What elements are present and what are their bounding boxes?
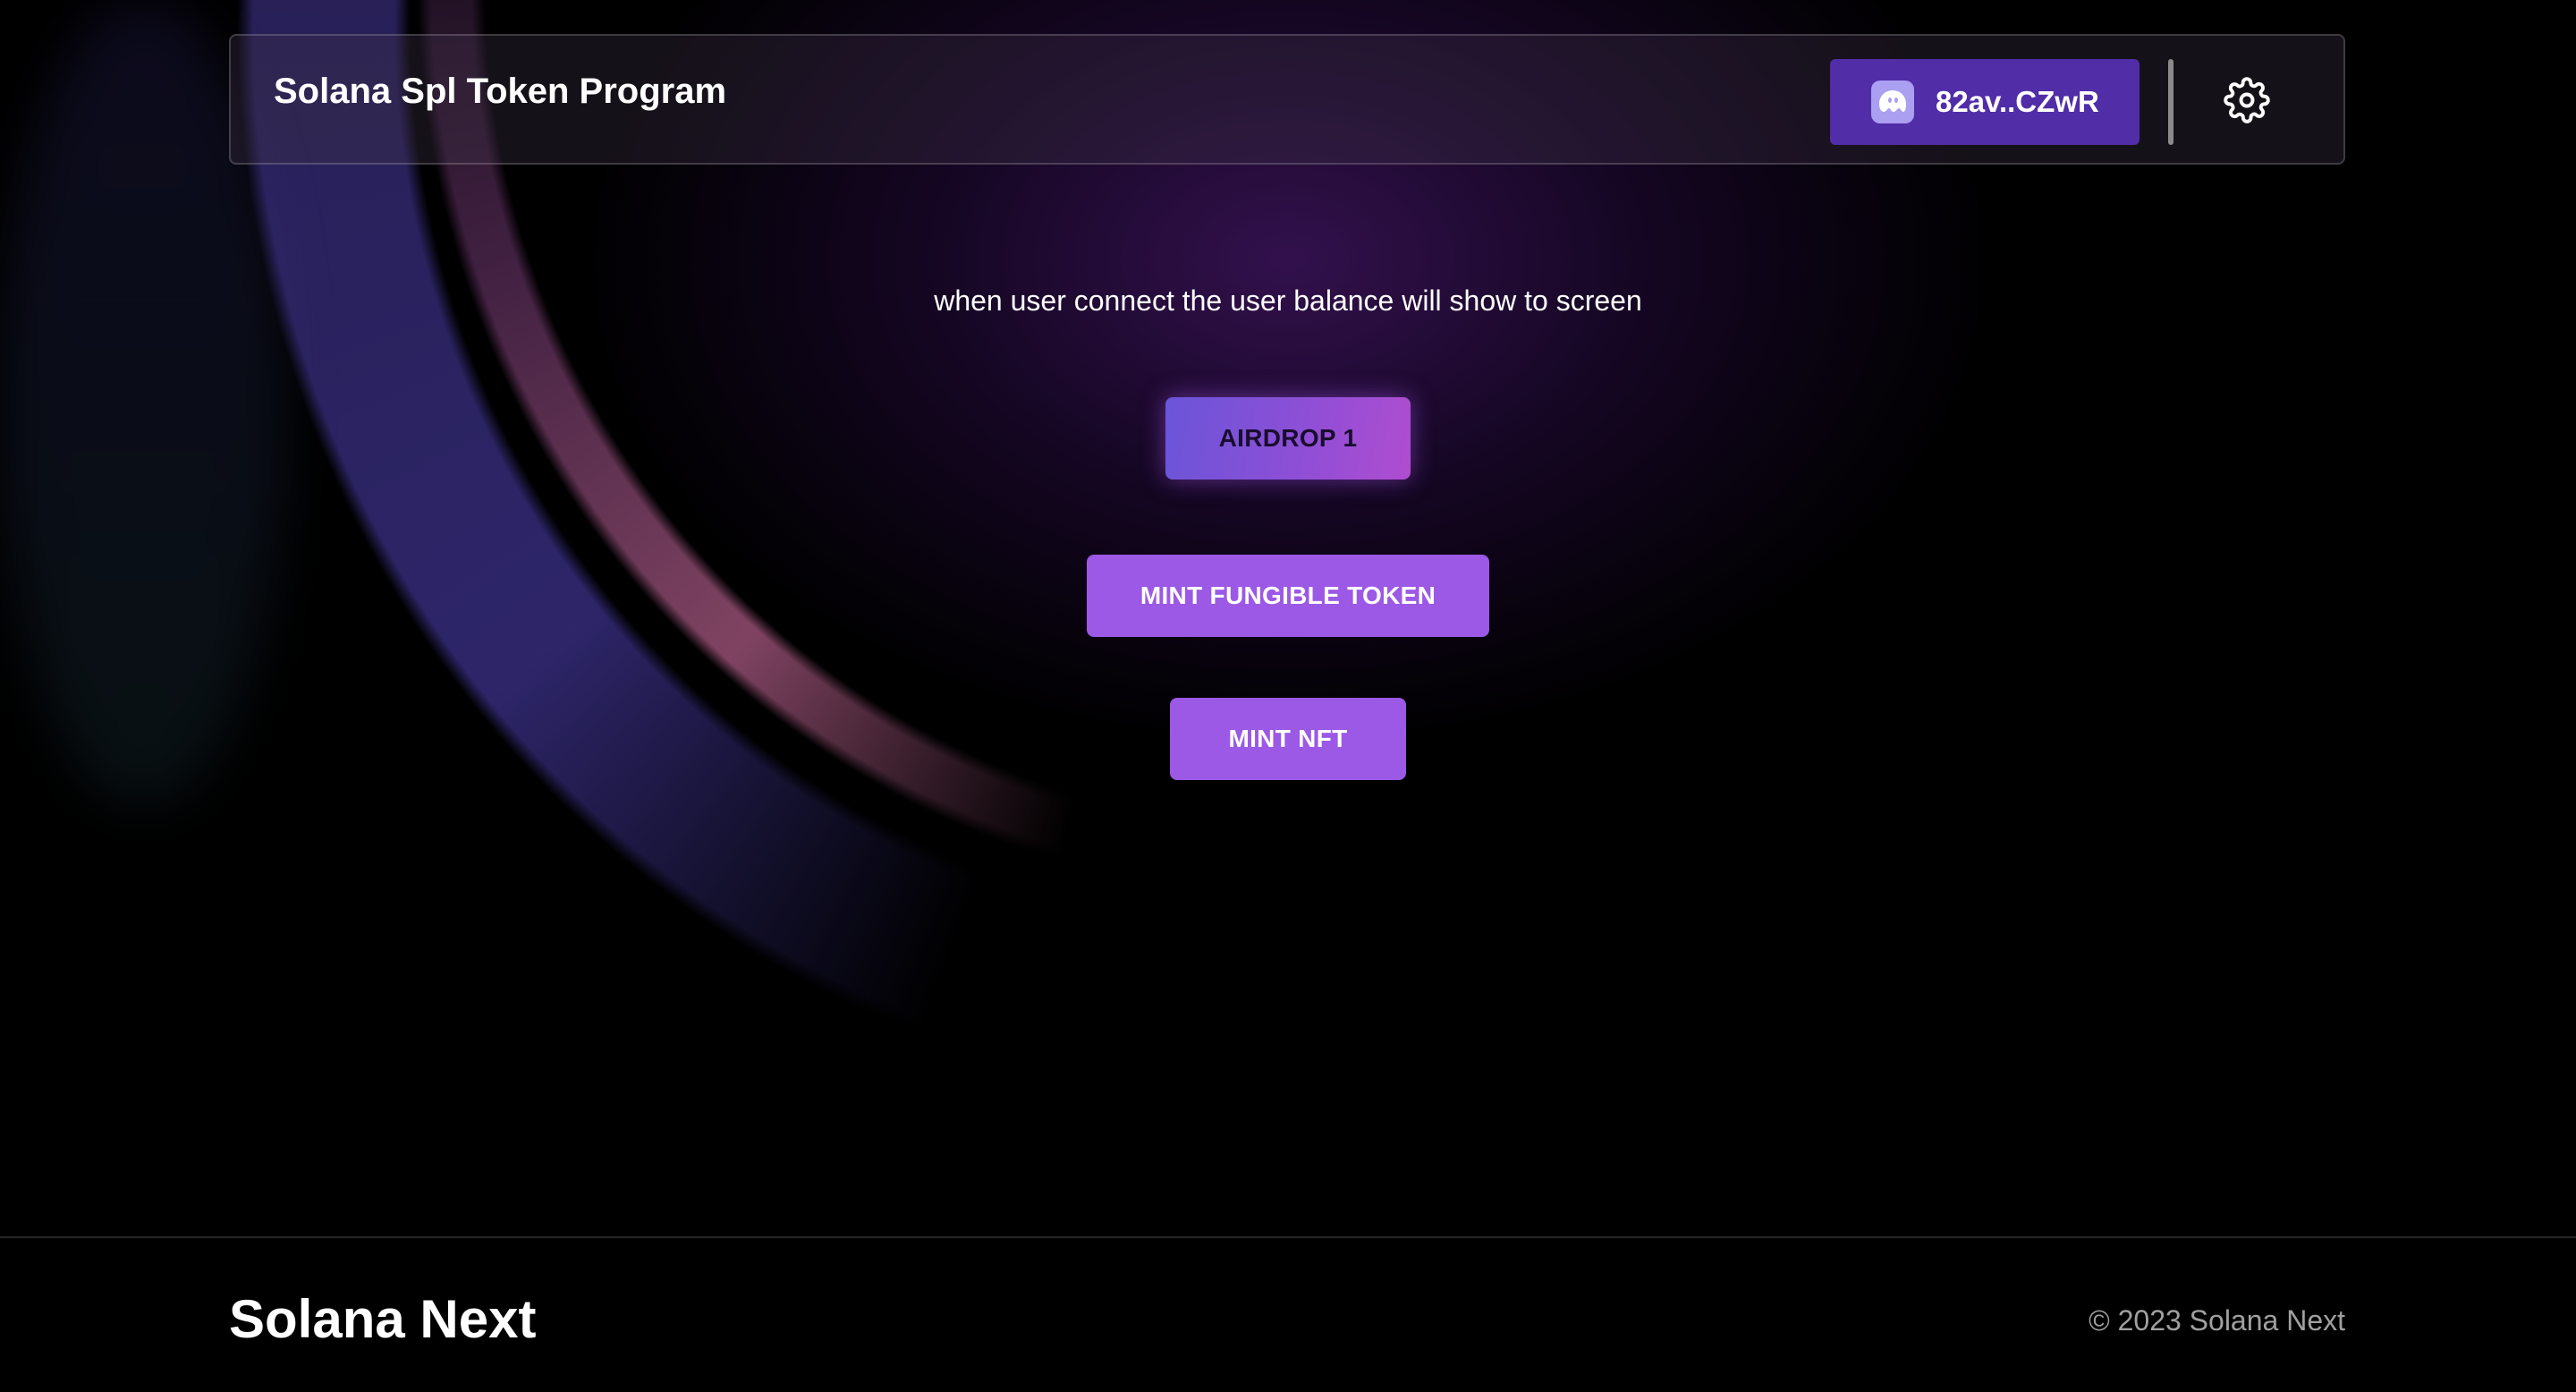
footer-brand: Solana Next [229, 1289, 537, 1349]
mint-nft-button[interactable]: MINT NFT [1170, 698, 1406, 780]
app-page: Solana Spl Token Program 82av..CZwR when… [0, 0, 2576, 1392]
app-header: Solana Spl Token Program 82av..CZwR [229, 34, 2345, 165]
balance-info-text: when user connect the user balance will … [934, 284, 1642, 317]
wallet-connect-button[interactable]: 82av..CZwR [1830, 59, 2140, 145]
footer-copyright: © 2023 Solana Next [2089, 1304, 2345, 1337]
phantom-ghost-icon [1871, 81, 1914, 123]
wallet-address: 82av..CZwR [1936, 85, 2099, 118]
app-footer: Solana Next © 2023 Solana Next [0, 1236, 2576, 1392]
airdrop-button[interactable]: AIRDROP 1 [1165, 397, 1411, 480]
settings-button[interactable] [2220, 75, 2274, 129]
mint-fungible-token-button[interactable]: MINT FUNGIBLE TOKEN [1087, 555, 1489, 637]
app-title: Solana Spl Token Program [274, 72, 727, 111]
gear-icon [2224, 76, 2270, 128]
header-divider [2168, 59, 2174, 145]
